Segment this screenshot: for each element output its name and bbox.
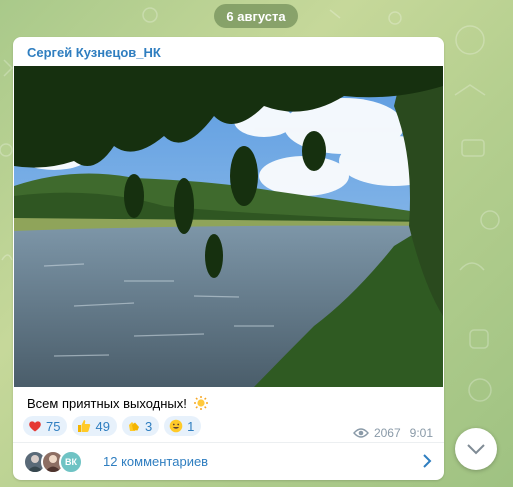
post-caption: Всем приятных выходных!	[27, 395, 209, 411]
comments-label: 12 комментариев	[103, 454, 209, 469]
comments-button[interactable]: ВК 12 комментариев	[13, 443, 444, 480]
reaction-grin[interactable]: 1	[164, 416, 202, 436]
reaction-count: 75	[46, 418, 61, 434]
reaction-clap[interactable]: 3	[121, 416, 160, 436]
sun-emoji-icon	[193, 396, 208, 410]
eye-icon	[353, 428, 369, 438]
avatar-initials: ВК	[65, 456, 77, 467]
reaction-thumbs-up[interactable]: 49	[72, 416, 117, 436]
reaction-count: 3	[144, 418, 153, 434]
reaction-heart[interactable]: 75	[23, 416, 68, 436]
red-heart-icon	[29, 421, 41, 432]
avatar: ВК	[59, 449, 83, 474]
clapping-hands-icon	[128, 422, 139, 431]
thumbs-up-icon	[78, 420, 91, 432]
reaction-count: 1	[187, 418, 195, 434]
caption-text: Всем приятных выходных!	[27, 395, 187, 411]
chevron-down-icon	[467, 444, 485, 455]
post-meta: 2067 9:01	[353, 426, 433, 440]
channel-post: Сергей Кузнецов_НК Всем приятных выходны…	[13, 37, 444, 480]
post-author[interactable]: Сергей Кузнецов_НК	[27, 45, 161, 60]
reactions-bar: 75 49 3 1	[23, 416, 202, 436]
post-photo[interactable]	[14, 66, 443, 387]
scroll-down-button[interactable]	[455, 428, 497, 470]
reaction-count: 49	[95, 418, 110, 434]
grinning-face-icon	[169, 419, 183, 433]
commenter-avatars: ВК	[23, 449, 93, 474]
views-count: 2067	[373, 426, 401, 440]
chevron-right-icon	[423, 454, 432, 468]
date-separator: 6 августа	[214, 4, 298, 28]
date-label: 6 августа	[226, 8, 286, 24]
post-time: 9:01	[409, 426, 433, 440]
